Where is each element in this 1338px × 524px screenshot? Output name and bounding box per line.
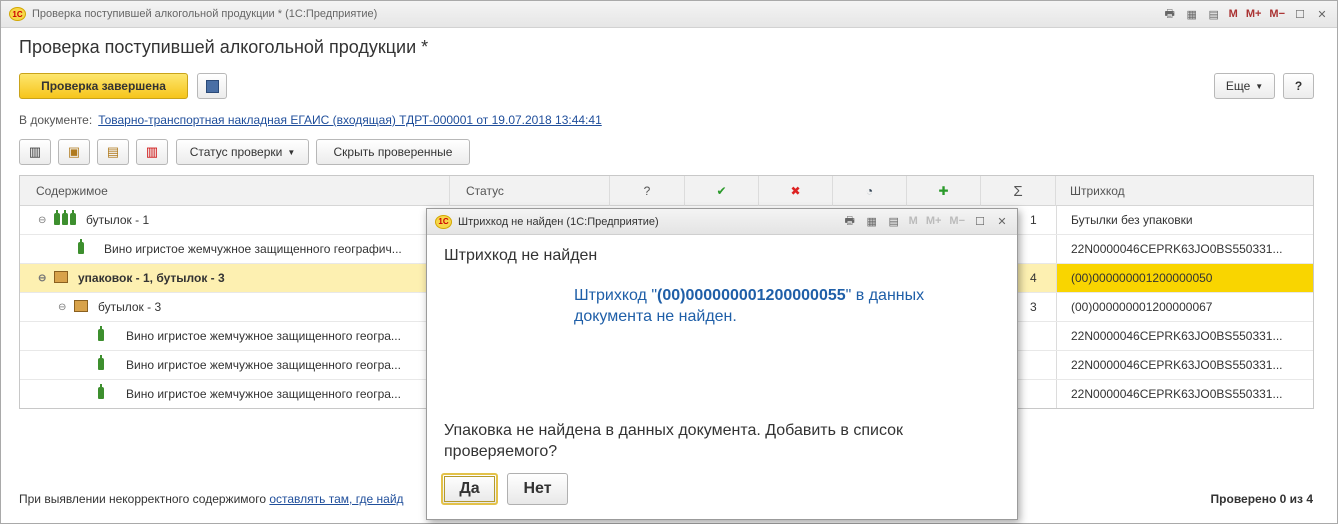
calendar-icon[interactable]: ▤ [1205, 5, 1223, 23]
row-count: 4 [1030, 271, 1037, 285]
col-plus-icon[interactable]: ✚ [907, 176, 981, 206]
memory-m-plus-button[interactable]: M+ [1244, 8, 1264, 20]
barcode-question-icon: ▥ [145, 144, 159, 159]
yes-button[interactable]: Да [441, 473, 498, 505]
doc-prefix: В документе: [19, 113, 93, 127]
floppy-icon [205, 79, 219, 93]
row-label: бутылок - 1 [86, 213, 150, 227]
dialog-message: Штрихкод "(00)000000001200000055" в данн… [574, 285, 1004, 327]
memory-m-button[interactable]: M [907, 215, 920, 227]
window-title: Проверка поступившей алкогольной продукц… [32, 8, 378, 20]
bottle-icon [98, 354, 106, 373]
page-title: Проверка поступившей алкогольной продукц… [19, 37, 429, 57]
row-label: Вино игристое жемчужное защищенного геог… [126, 329, 401, 343]
print-icon[interactable]: 🖶 [1161, 5, 1179, 23]
doc-link[interactable]: Товарно-транспортная накладная ЕГАИС (вх… [98, 113, 602, 127]
window-titlebar: 1С Проверка поступившей алкогольной прод… [1, 1, 1337, 28]
calculator-icon[interactable]: ▦ [1183, 5, 1201, 23]
row-label: бутылок - 3 [98, 300, 162, 314]
save-button[interactable] [197, 73, 227, 99]
footer-text: При выявлении некорректного содержимого [19, 492, 266, 506]
check-done-button[interactable]: Проверка завершена [19, 73, 188, 99]
barcode-not-found-dialog: 1С Штрихкод не найден (1С:Предприятие) 🖶… [426, 208, 1018, 520]
col-content[interactable]: Содержимое [20, 176, 450, 206]
row-barcode: Бутылки без упаковки [1056, 206, 1313, 234]
grid-header: Содержимое Статус ? ✔ ✖ ◔ ✚ Σ Штрихкод [20, 176, 1313, 206]
checked-counter: Проверено 0 из 4 [1210, 492, 1313, 506]
print-icon[interactable]: 🖶 [841, 212, 859, 230]
memory-m-minus-button[interactable]: M− [947, 215, 967, 227]
row-count: 1 [1030, 213, 1037, 227]
close-icon[interactable]: ✕ [993, 212, 1011, 230]
row-label: упаковок - 1, бутылок - 3 [78, 271, 225, 285]
collapse-toggle-icon[interactable]: ⊖ [38, 215, 50, 226]
row-label: Вино игристое жемчужное защищенного геог… [126, 387, 401, 401]
1c-logo-icon: 1С [9, 7, 26, 21]
status-check-label: Статус проверки [189, 145, 283, 159]
row-barcode: 22N0000046CEPRK63JO0BS550331... [1056, 322, 1313, 350]
more-button[interactable]: Еще ▼ [1214, 73, 1275, 99]
dialog-title: Штрихкод не найден (1С:Предприятие) [458, 215, 659, 228]
no-button[interactable]: Нет [507, 473, 568, 505]
box-icon [74, 299, 88, 315]
memory-m-plus-button[interactable]: M+ [924, 215, 944, 227]
document-line: В документе: Товарно-транспортная накладн… [19, 113, 602, 127]
col-error-icon[interactable]: ✖ [759, 176, 833, 206]
col-sum-icon[interactable]: Σ [981, 176, 1056, 206]
more-label: Еще [1225, 79, 1251, 93]
hide-checked-button[interactable]: Скрыть проверенные [316, 139, 470, 165]
close-icon[interactable]: ✕ [1313, 5, 1331, 23]
calculator-icon[interactable]: ▦ [863, 212, 881, 230]
row-barcode: (00)000000001200000067 [1056, 293, 1313, 321]
chevron-down-icon: ▼ [287, 147, 296, 157]
col-ok-icon[interactable]: ✔ [685, 176, 759, 206]
bottle-icon [78, 238, 86, 257]
dialog-titlebar: 1С Штрихкод не найден (1С:Предприятие) 🖶… [427, 209, 1017, 235]
row-barcode: 22N0000046CEPRK63JO0BS550331... [1056, 380, 1313, 408]
row-count: 3 [1030, 300, 1037, 314]
row-barcode: (00)000000001200000050 [1056, 264, 1313, 292]
package-search-icon [54, 270, 68, 286]
collapse-toggle-icon[interactable]: ⊖ [38, 273, 50, 284]
chevron-down-icon: ▼ [1255, 81, 1264, 91]
bottle-icon [98, 383, 106, 402]
calendar-icon[interactable]: ▤ [885, 212, 903, 230]
help-button[interactable]: ? [1283, 73, 1314, 99]
row-label: Вино игристое жемчужное защищенного геог… [126, 358, 401, 372]
col-status[interactable]: Статус [450, 176, 610, 206]
package-icon: ▤ [106, 144, 120, 159]
bottles-icon [54, 209, 78, 228]
maximize-icon[interactable]: ☐ [971, 212, 989, 230]
col-partial-icon[interactable]: ◔ [833, 176, 907, 206]
row-barcode: 22N0000046CEPRK63JO0BS550331... [1056, 351, 1313, 379]
col-question[interactable]: ? [610, 176, 685, 206]
scan-barcode-button[interactable]: ▥ [19, 139, 51, 165]
unknown-barcode-button[interactable]: ▥ [136, 139, 168, 165]
row-barcode: 22N0000046CEPRK63JO0BS550331... [1056, 235, 1313, 263]
footer-note: При выявлении некорректного содержимого … [19, 492, 404, 506]
package-add-icon: ▣ [67, 144, 81, 159]
memory-m-button[interactable]: M [1227, 8, 1240, 20]
add-package-button[interactable]: ▣ [58, 139, 90, 165]
dialog-question: Упаковка не найдена в данных документа. … [444, 422, 904, 460]
memory-m-minus-button[interactable]: M− [1267, 8, 1287, 20]
message-barcode: (00)000000001200000055 [657, 287, 846, 304]
message-prefix: Штрихкод " [574, 287, 658, 304]
barcode-icon: ▥ [28, 144, 42, 159]
row-label: Вино игристое жемчужное защищенного геог… [104, 242, 402, 256]
1c-logo-icon: 1С [435, 214, 452, 229]
bottle-icon [98, 325, 106, 344]
collapse-toggle-icon[interactable]: ⊖ [58, 302, 70, 313]
status-check-dropdown[interactable]: Статус проверки ▼ [176, 139, 309, 165]
col-barcode[interactable]: Штрихкод [1056, 176, 1313, 206]
dialog-heading: Штрихкод не найден [444, 247, 598, 264]
package-barcode-button[interactable]: ▤ [97, 139, 129, 165]
footer-link[interactable]: оставлять там, где найд [269, 492, 403, 506]
maximize-icon[interactable]: ☐ [1291, 5, 1309, 23]
